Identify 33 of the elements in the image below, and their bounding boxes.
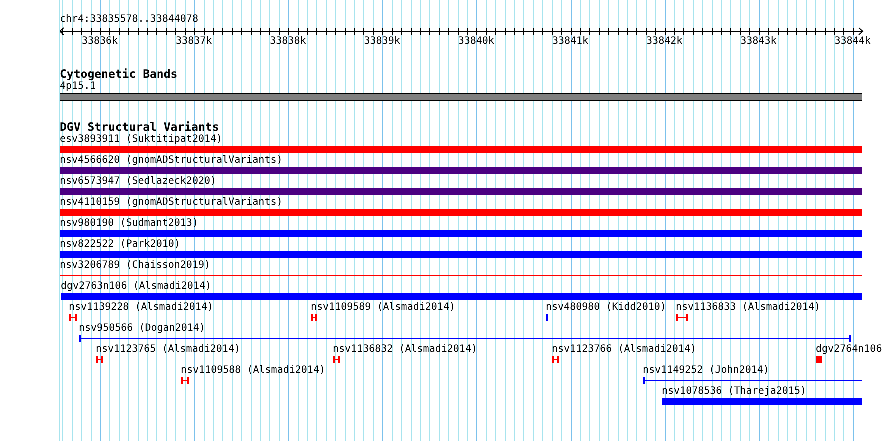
band-label: 4p15.1 <box>60 81 96 93</box>
ruler-tick-label: 33842k <box>646 36 683 48</box>
variant-label: nsv6573947 (Sedlazeck2020) <box>60 176 217 188</box>
variant-label: dgv2764n106 <box>816 344 882 356</box>
variant-label: nsv980190 (Sudmant2013) <box>60 218 198 230</box>
variant-label: esv3893911 (Suktitipat2014) <box>60 134 223 146</box>
ruler-tick-label: 33843k <box>740 36 777 48</box>
location-label: chr4:33835578..33844078 <box>60 14 198 26</box>
ruler-tick-label: 33839k <box>364 36 400 48</box>
variant-label: dgv2763n106 (Alsmadi2014) <box>61 281 212 293</box>
variant-label: nsv1136833 (Alsmadi2014) <box>676 302 820 314</box>
variant-label: nsv480980 (Kidd2010) <box>546 302 666 314</box>
ruler-tick-label: 33844k <box>834 36 871 48</box>
variant-label: nsv1149252 (John2014) <box>643 365 770 377</box>
variant-label: nsv1139228 (Alsmadi2014) <box>69 302 214 314</box>
ruler-tick-label: 33837k <box>176 36 212 48</box>
variant-label: nsv950566 (Dogan2014) <box>79 323 206 335</box>
variant-label: nsv1123765 (Alsmadi2014) <box>96 344 240 356</box>
variant-label: nsv1078536 (Thareja2015) <box>662 386 806 398</box>
variant-label: nsv1123766 (Alsmadi2014) <box>552 344 696 356</box>
variant-label: nsv1109588 (Alsmadi2014) <box>181 365 326 377</box>
variant-label: nsv1136832 (Alsmadi2014) <box>333 344 478 356</box>
variant-label: nsv4110159 (gnomADStructuralVariants) <box>60 197 283 209</box>
variant-label: nsv1109589 (Alsmadi2014) <box>311 302 456 314</box>
ruler-tick-label: 33840k <box>458 36 494 48</box>
track-title: DGV Structural Variants <box>60 121 220 134</box>
variant-label: nsv4566620 (gnomADStructuralVariants) <box>60 155 283 167</box>
ruler-tick-label: 33838k <box>270 36 306 48</box>
variant-label: nsv3206789 (Chaisson2019) <box>60 260 211 272</box>
track-title: Cytogenetic Bands <box>60 68 178 81</box>
ruler-tick-label: 33836k <box>82 36 118 48</box>
ruler-tick-label: 33841k <box>552 36 589 48</box>
variant-label: nsv822522 (Park2010) <box>60 239 180 251</box>
